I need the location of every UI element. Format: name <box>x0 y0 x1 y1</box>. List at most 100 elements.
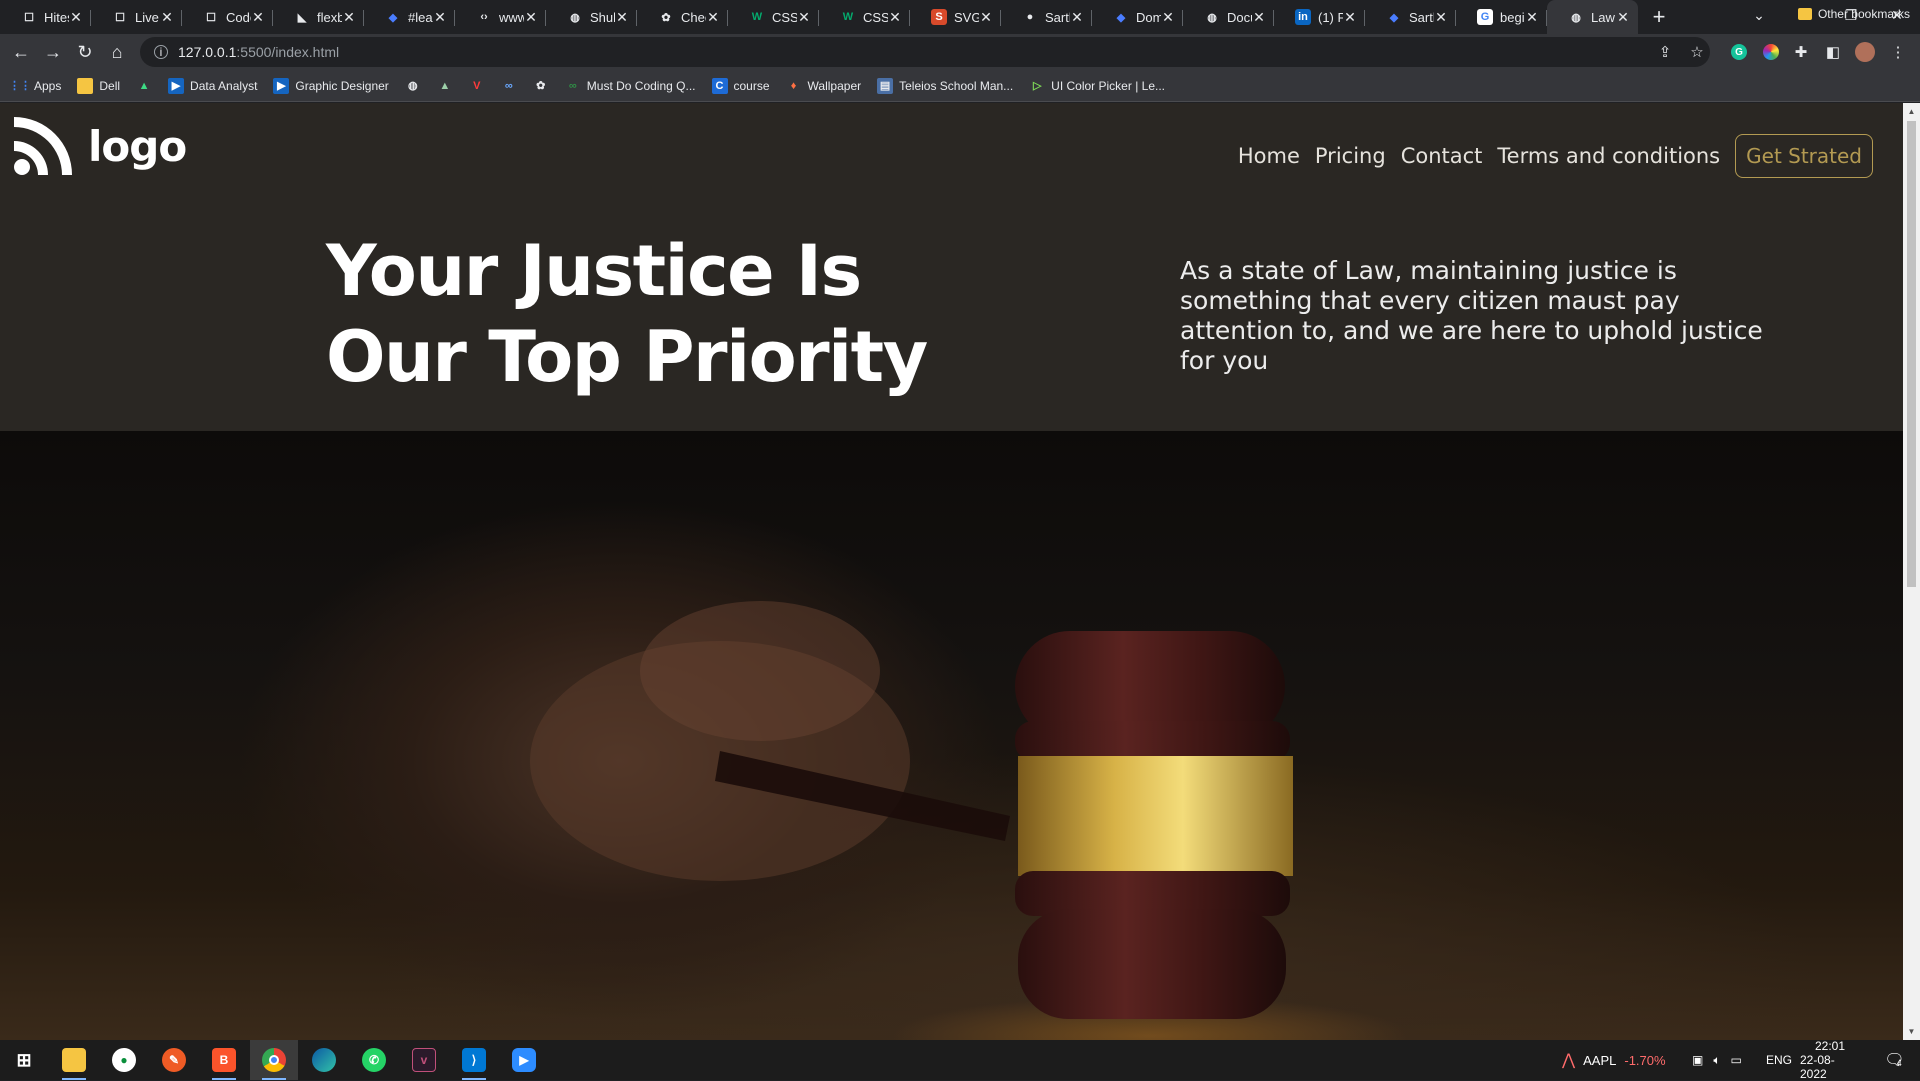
bookmark-item[interactable]: ▶ Graphic Designer <box>273 77 389 94</box>
close-tab-icon[interactable]: ✕ <box>69 9 83 26</box>
close-tab-icon[interactable]: ✕ <box>979 9 993 26</box>
close-tab-icon[interactable]: ✕ <box>1070 9 1084 26</box>
bookmark-item[interactable]: Dell <box>77 77 120 94</box>
close-tab-icon[interactable]: ✕ <box>615 9 629 26</box>
vectr-icon[interactable]: v <box>400 1040 448 1080</box>
browser-tab[interactable]: W CSS l✕ <box>819 0 910 34</box>
apps-grid-icon: ⋮⋮ <box>9 80 31 92</box>
tray-icons[interactable]: ▣ 🔈︎ ▭ <box>1692 1040 1752 1080</box>
close-tab-icon[interactable]: ✕ <box>797 9 811 26</box>
diamond-icon: ◆ <box>1389 11 1399 24</box>
browser-tab[interactable]: ◣ flexb ✕ <box>273 0 364 34</box>
bookmark-item[interactable]: ▲ <box>437 78 459 94</box>
windows-start-icon[interactable]: ⊞ <box>0 1040 48 1080</box>
new-tab-button[interactable]: + <box>1644 0 1674 34</box>
browser-tab[interactable]: ◆ Sarth✕ <box>1365 0 1456 34</box>
windows-taskbar: ⊞ ● ✎ B ✆ v ⟩ ▶ ⋀ AAPL -1.70% ▣ 🔈︎ ▭ ENG… <box>0 1039 1920 1081</box>
side-panel-icon[interactable]: ◧ <box>1823 42 1843 62</box>
bookmark-item[interactable]: ♦ Wallpaper <box>786 78 861 94</box>
page-scrollbar[interactable]: ▲ ▼ <box>1903 103 1920 1040</box>
bookmark-item[interactable]: ⋮⋮ Apps <box>9 78 61 94</box>
bookmark-item[interactable]: ▷ UI Color Picker | Le... <box>1029 78 1165 94</box>
browser-tab[interactable]: ◆ #lear✕ <box>364 0 455 34</box>
bookmark-item[interactable]: ◍ <box>405 78 427 94</box>
browser-tab[interactable]: ‹› www.✕ <box>455 0 546 34</box>
bookmark-item[interactable]: ▲ <box>136 78 158 94</box>
close-tab-icon[interactable]: ✕ <box>160 9 174 26</box>
browser-tab[interactable]: Gbegi ✕ <box>1456 0 1547 34</box>
site-info-icon[interactable]: i <box>154 45 168 59</box>
browser-tab[interactable]: ● Sarth✕ <box>1001 0 1092 34</box>
nav-contact[interactable]: Contact <box>1401 144 1483 168</box>
address-bar[interactable]: i 127.0.0.1:5500/index.html <box>140 37 1710 67</box>
forward-icon[interactable]: → <box>41 40 65 64</box>
close-tab-icon[interactable]: ✕ <box>342 9 356 26</box>
zoom-icon[interactable]: ▶ <box>500 1040 548 1080</box>
close-tab-icon[interactable]: ✕ <box>1616 9 1630 26</box>
bookmark-item[interactable]: ▶ Data Analyst <box>168 77 257 94</box>
scroll-down-icon[interactable]: ▼ <box>1903 1023 1920 1040</box>
browser-tab[interactable]: ◆ Dom ✕ <box>1092 0 1183 34</box>
stock-widget[interactable]: ⋀ AAPL -1.70% <box>1562 1040 1666 1080</box>
browser-tab[interactable]: ◍ Shub✕ <box>546 0 637 34</box>
nav-home[interactable]: Home <box>1238 144 1300 168</box>
brave-icon[interactable]: B <box>200 1040 248 1080</box>
bookmark-item[interactable]: ✿ <box>533 78 555 94</box>
browser-tab[interactable]: ◍ Docu✕ <box>1183 0 1274 34</box>
close-tab-icon[interactable]: ✕ <box>1434 9 1448 26</box>
browser-tab[interactable]: W CSS :✕ <box>728 0 819 34</box>
close-tab-icon[interactable]: ✕ <box>1525 9 1539 26</box>
grammarly-icon[interactable]: G <box>1729 42 1749 62</box>
nav-pricing[interactable]: Pricing <box>1315 144 1386 168</box>
clock-time: 22:01 <box>1814 1039 1846 1053</box>
browser-tab[interactable]: ✿ Chec✕ <box>637 0 728 34</box>
chrome-icon[interactable] <box>250 1040 298 1080</box>
browser-tab[interactable]: ◍ Law ✕ <box>1547 0 1638 34</box>
folder-icon <box>1797 8 1812 20</box>
bookmark-item[interactable]: ∞ <box>501 78 523 94</box>
close-tab-icon[interactable]: ✕ <box>706 9 720 26</box>
close-tab-icon[interactable]: ✕ <box>1252 9 1266 26</box>
home-icon[interactable]: ⌂ <box>105 40 129 64</box>
scrollbar-thumb[interactable] <box>1907 121 1916 587</box>
tab-search-icon[interactable]: ⌄ <box>1736 0 1782 30</box>
file-explorer-icon[interactable] <box>50 1040 98 1080</box>
share-icon[interactable]: ⇪ <box>1655 42 1675 62</box>
edge-icon[interactable] <box>300 1040 348 1080</box>
menu-kebab-icon[interactable]: ⋮ <box>1888 42 1908 62</box>
maps-icon[interactable]: ● <box>100 1040 148 1080</box>
bookmark-item[interactable]: ∞ Must Do Coding Q... <box>565 78 696 94</box>
whatsapp-icon[interactable]: ✆ <box>350 1040 398 1080</box>
language-indicator[interactable]: ENG <box>1766 1040 1792 1080</box>
close-tab-icon[interactable]: ✕ <box>1161 9 1175 26</box>
close-tab-icon[interactable]: ✕ <box>1343 9 1357 26</box>
browser-tab[interactable]: ☐ Live c✕ <box>91 0 182 34</box>
browser-tab[interactable]: ☐ Hites✕ <box>0 0 91 34</box>
extensions-puzzle-icon[interactable]: ✚ <box>1791 42 1811 62</box>
reload-icon[interactable]: ↻ <box>73 40 97 64</box>
close-tab-icon[interactable]: ✕ <box>251 9 265 26</box>
get-started-button[interactable]: Get Strated <box>1735 134 1873 178</box>
notification-center-icon[interactable]: 🗨︎ 4 <box>1878 1040 1908 1080</box>
close-tab-icon[interactable]: ✕ <box>433 9 447 26</box>
profile-avatar[interactable] <box>1855 42 1875 62</box>
tab-title: www. <box>499 9 524 25</box>
color-picker-extension-icon[interactable] <box>1761 42 1781 62</box>
close-tab-icon[interactable]: ✕ <box>888 9 902 26</box>
bookmark-item[interactable]: Ccourse <box>711 77 770 94</box>
bookmark-star-icon[interactable]: ☆ <box>1687 42 1707 62</box>
bookmark-item[interactable]: ▤ Teleios School Man... <box>877 77 1013 94</box>
browser-tab[interactable]: ☐ Code✕ <box>182 0 273 34</box>
site-logo[interactable]: logo <box>14 117 187 175</box>
other-bookmarks[interactable]: Other bookmarks <box>1797 7 1910 21</box>
bookmark-item[interactable]: V <box>469 78 491 94</box>
browser-tab[interactable]: in (1) Pi✕ <box>1274 0 1365 34</box>
postman-icon[interactable]: ✎ <box>150 1040 198 1080</box>
nav-terms[interactable]: Terms and conditions <box>1497 144 1720 168</box>
back-icon[interactable]: ← <box>9 40 33 64</box>
browser-tab[interactable]: S SVG ✕ <box>910 0 1001 34</box>
clock[interactable]: 22:01 22-08-2022 <box>1800 1039 1860 1081</box>
vscode-icon[interactable]: ⟩ <box>450 1040 498 1080</box>
close-tab-icon[interactable]: ✕ <box>524 9 538 26</box>
scroll-up-icon[interactable]: ▲ <box>1903 103 1920 120</box>
